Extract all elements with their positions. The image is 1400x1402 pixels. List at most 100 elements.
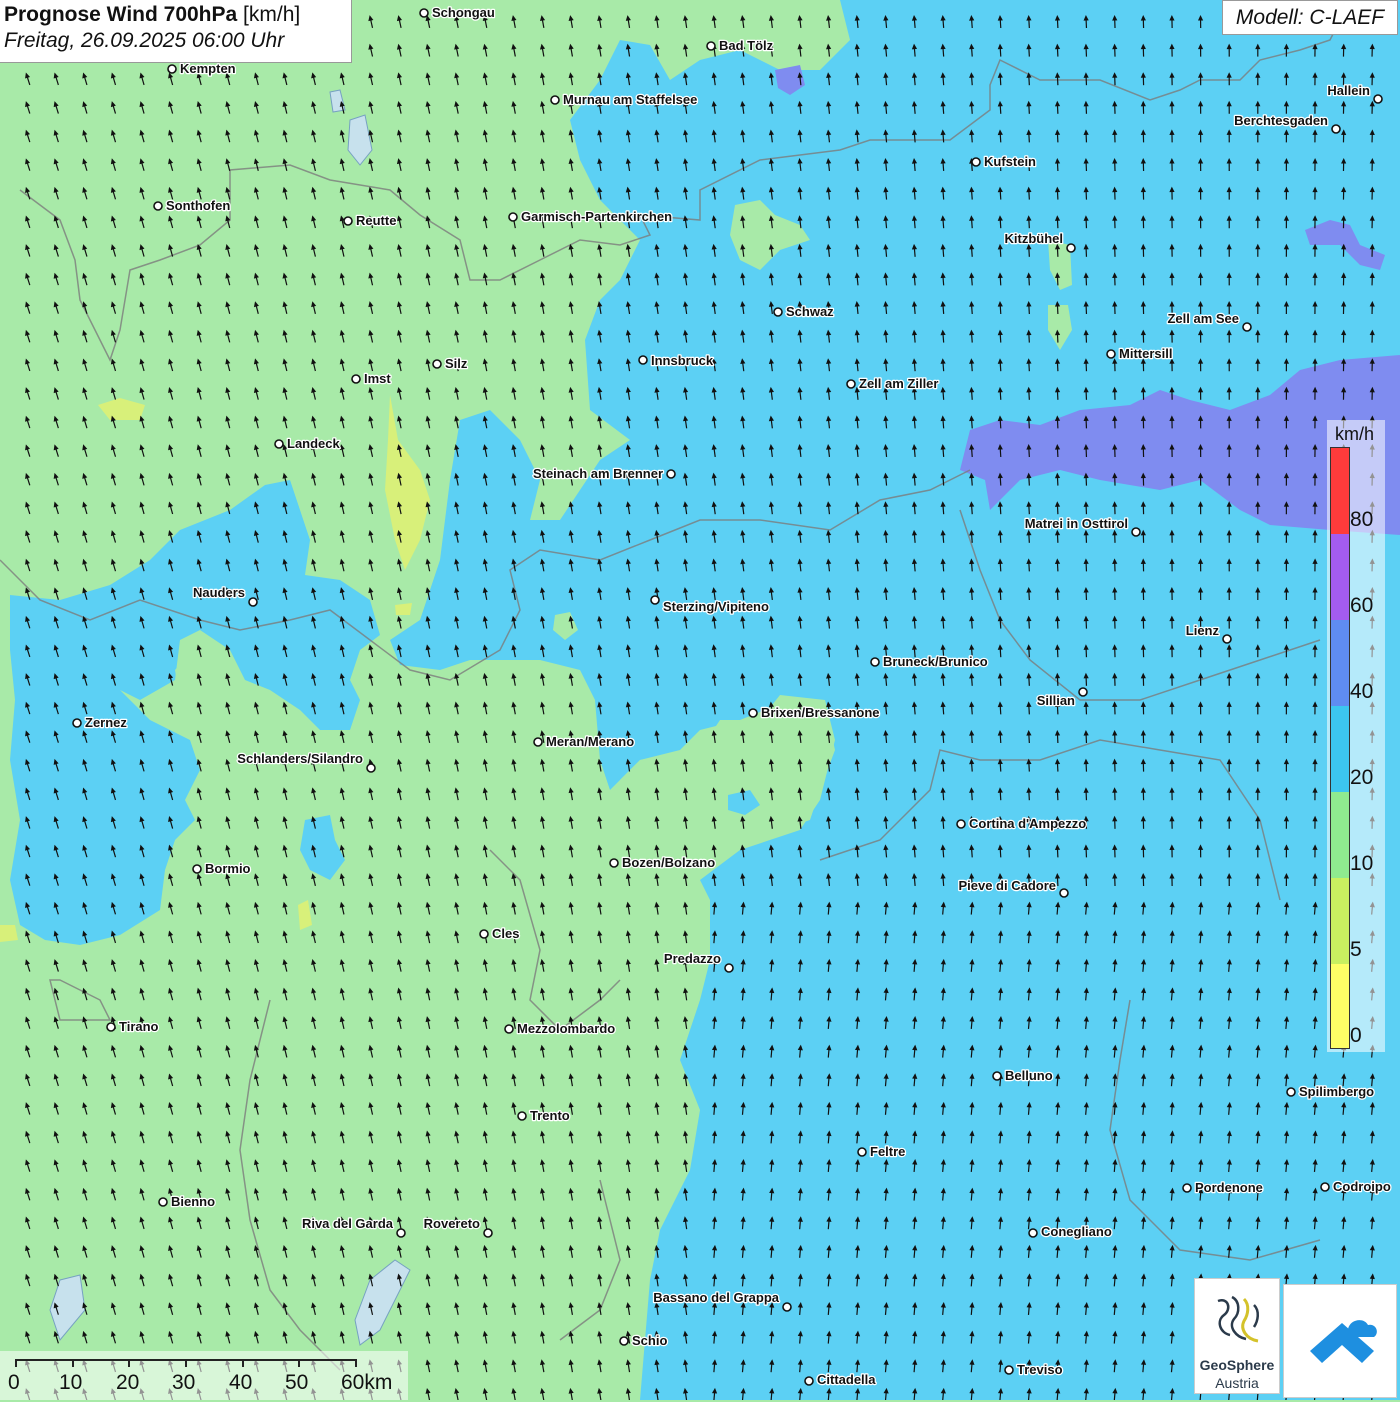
city-label: Murnau am Staffelsee	[563, 92, 697, 107]
city-label: Kufstein	[984, 154, 1036, 169]
geosphere-mark-icon	[1217, 1295, 1259, 1343]
city-label: Mezzolombardo	[517, 1021, 615, 1036]
legend-color-bar	[1330, 447, 1350, 1049]
city-label: Bozen/Bolzano	[622, 855, 715, 870]
city-dot-icon	[533, 737, 543, 747]
scale-label: 10	[59, 1371, 83, 1394]
city-marker[interactable]: Conegliano	[1028, 1223, 1113, 1240]
title-unit: [km/h]	[243, 3, 301, 26]
city-label: Bad Tölz	[719, 38, 774, 53]
geosphere-logo[interactable]: GeoSphere Austria	[1194, 1278, 1280, 1394]
city-label: Kempten	[180, 61, 236, 76]
scale-tick	[185, 1359, 187, 1367]
city-marker[interactable]: Sonthofen	[153, 197, 232, 214]
city-label: Berchtesgaden	[1234, 113, 1328, 128]
scale-label: 30	[172, 1371, 196, 1394]
legend-tick: 80	[1350, 508, 1374, 531]
city-label: Mittersill	[1119, 346, 1172, 361]
city-label: Bassano del Grappa	[653, 1290, 779, 1305]
city-dot-icon	[274, 439, 284, 449]
city-marker[interactable]: Schongau	[419, 4, 496, 21]
legend-tick: 5	[1350, 938, 1362, 961]
city-dot-icon	[782, 1302, 792, 1312]
city-dot-icon	[666, 469, 676, 479]
city-label: Pieve di Cadore	[958, 878, 1056, 893]
city-label: Predazzo	[664, 951, 721, 966]
weather-app-logo[interactable]	[1283, 1284, 1397, 1398]
legend-swatch-40	[1331, 620, 1349, 706]
legend-tick: 0	[1350, 1024, 1362, 1047]
city-dot-icon	[158, 1197, 168, 1207]
city-marker[interactable]: Innsbruck	[638, 352, 715, 369]
city-label: Tirano	[119, 1019, 159, 1034]
city-dot-icon	[1028, 1228, 1038, 1238]
city-dot-icon	[857, 1147, 867, 1157]
city-marker[interactable]: Cortina d'Ampezzo	[956, 815, 1088, 832]
forecast-datetime: Freitag, 26.09.2025 06:00 Uhr	[4, 29, 285, 52]
city-dot-icon	[1004, 1365, 1014, 1375]
model-label: Modell: C-LAEF	[1222, 0, 1398, 35]
city-marker[interactable]: Bruneck/Brunico	[870, 653, 989, 670]
city-label: Kitzbühel	[1005, 231, 1064, 246]
city-dot-icon	[479, 929, 489, 939]
city-label: Zell am See	[1167, 311, 1239, 326]
city-label: Meran/Merano	[546, 734, 634, 749]
city-label: Sonthofen	[166, 198, 230, 213]
city-label: Bienno	[171, 1194, 215, 1209]
city-dot-icon	[638, 355, 648, 365]
city-marker[interactable]: Garmisch-Partenkirchen	[508, 208, 673, 225]
geosphere-country: Austria	[1215, 1375, 1259, 1391]
scale-tick	[128, 1359, 130, 1367]
scale-label: 0	[8, 1371, 20, 1394]
city-dot-icon	[650, 595, 660, 605]
city-dot-icon	[550, 95, 560, 105]
scale-label: 50	[285, 1371, 309, 1394]
city-label: Zell am Ziller	[859, 376, 938, 391]
wind-map[interactable]: Schongau Bad Tölz Kempten Murnau am Staffel…	[0, 0, 1400, 1400]
city-dot-icon	[748, 708, 758, 718]
city-dot-icon	[846, 379, 856, 389]
city-marker[interactable]: Murnau am Staffelsee	[550, 91, 699, 108]
city-dot-icon	[870, 657, 880, 667]
city-dot-icon	[517, 1111, 527, 1121]
legend-tick: 10	[1350, 852, 1374, 875]
city-label: Schwaz	[786, 304, 834, 319]
city-dot-icon	[72, 718, 82, 728]
legend-tick: 60	[1350, 594, 1374, 617]
title-main: Prognose Wind 700hPa	[4, 3, 238, 26]
city-marker[interactable]: Brixen/Bressanone	[748, 704, 881, 721]
city-label: Bormio	[205, 861, 251, 876]
scale-tick	[72, 1359, 74, 1367]
city-marker[interactable]: Zell am Ziller	[846, 375, 940, 392]
legend-unit: km/h	[1335, 424, 1375, 444]
map-title: Prognose Wind 700hPa [km/h]	[4, 3, 347, 27]
legend-tick: 40	[1350, 680, 1374, 703]
city-label: Steinach am Brenner	[533, 466, 663, 481]
city-marker[interactable]: Bozen/Bolzano	[609, 854, 716, 871]
city-label: Nauders	[193, 585, 245, 600]
city-label: Feltre	[870, 1144, 905, 1159]
city-label: Spilimbergo	[1299, 1084, 1374, 1099]
city-marker[interactable]: Steinach am Brenner	[532, 465, 676, 482]
city-dot-icon	[192, 864, 202, 874]
city-marker[interactable]: Pordenone	[1182, 1179, 1264, 1196]
legend-swatch-80	[1331, 448, 1349, 534]
city-marker[interactable]: Sterzing/Vipiteno	[650, 595, 770, 615]
city-dot-icon	[971, 157, 981, 167]
city-dot-icon	[1331, 124, 1341, 134]
city-marker[interactable]: Meran/Merano	[533, 733, 635, 750]
city-dot-icon	[1066, 243, 1076, 253]
geosphere-name: GeoSphere	[1199, 1357, 1275, 1373]
city-dot-icon	[483, 1228, 493, 1238]
legend-swatch-10	[1331, 792, 1349, 878]
city-marker[interactable]: Spilimbergo	[1286, 1083, 1375, 1100]
city-label: Cittadella	[817, 1372, 876, 1387]
city-marker[interactable]: Mezzolombardo	[504, 1020, 617, 1037]
legend-swatch-5	[1331, 878, 1349, 964]
city-label: Bruneck/Brunico	[883, 654, 988, 669]
city-dot-icon	[419, 8, 429, 18]
city-label: Cortina d'Ampezzo	[969, 816, 1086, 831]
city-dot-icon	[1242, 322, 1252, 332]
city-dot-icon	[351, 374, 361, 384]
city-label: Trento	[530, 1108, 570, 1123]
